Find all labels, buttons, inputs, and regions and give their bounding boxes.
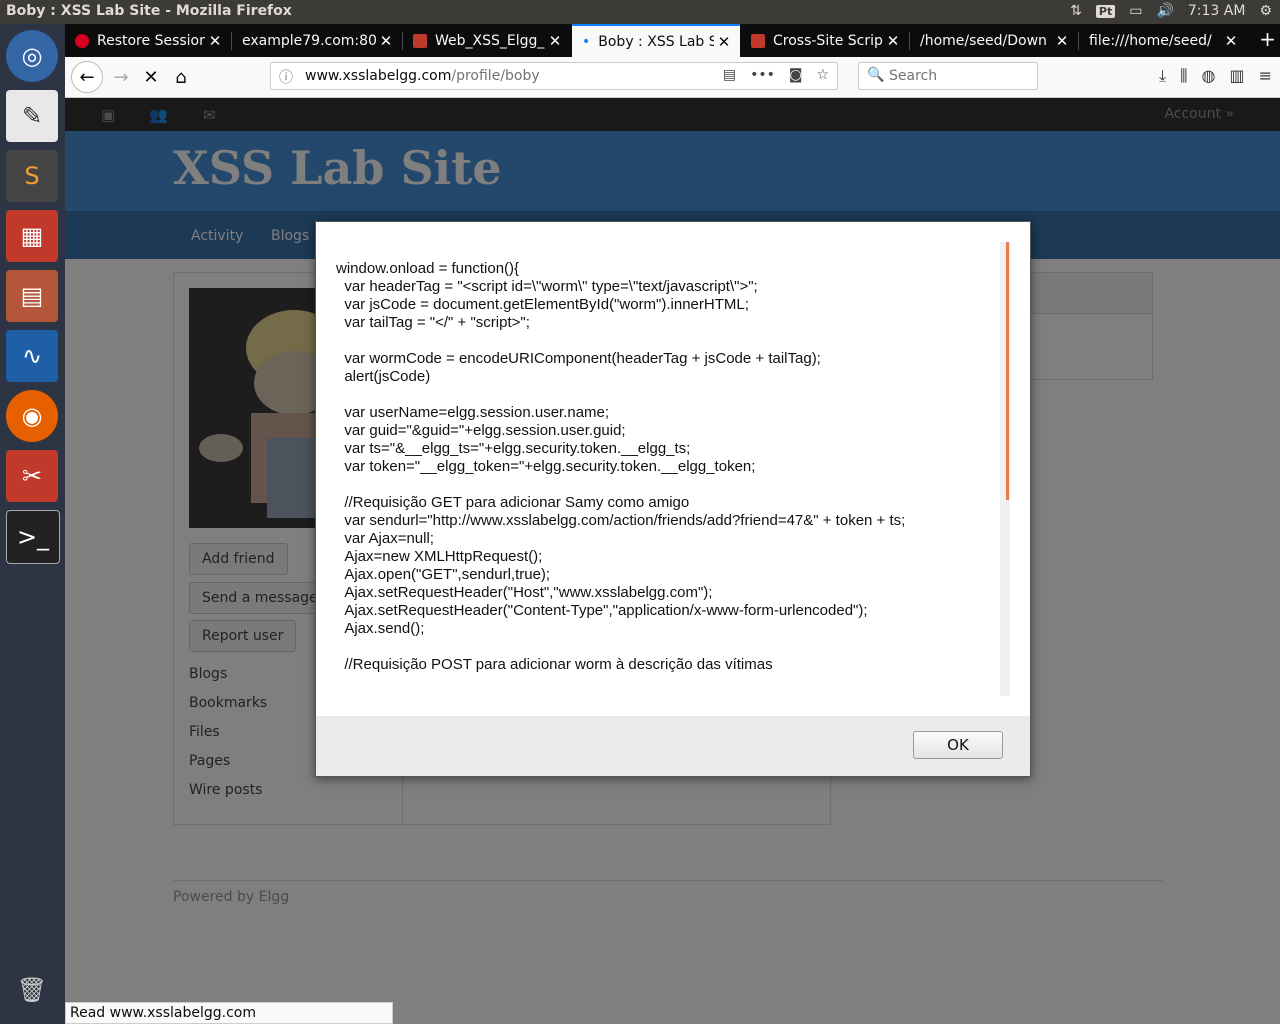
files-icon[interactable]: ▤ <box>6 270 58 322</box>
network-icon[interactable]: ⇅ <box>1070 3 1082 19</box>
tab-boby-xss-lab[interactable]: • Boby : XSS Lab S ✕ <box>572 24 740 57</box>
close-icon[interactable]: ✕ <box>376 32 396 50</box>
tab-label: Restore Session <box>97 32 205 49</box>
wireshark-icon[interactable]: ∿ <box>6 330 58 382</box>
tab-label: example79.com:80 <box>242 32 376 49</box>
url-actions: ▤ ••• ◙ ☆ <box>723 67 829 83</box>
battery-icon[interactable]: ▭ <box>1129 3 1142 19</box>
text-editor-icon[interactable]: ✎ <box>6 90 58 142</box>
close-icon[interactable]: ✕ <box>205 32 225 50</box>
ok-button[interactable]: OK <box>913 731 1003 759</box>
status-text: Read www.xsslabelgg.com <box>65 1002 393 1024</box>
settings-gear-icon[interactable]: ⚙ <box>1259 3 1272 19</box>
url-bar[interactable]: ⓘ www.xsslabelgg.com/profile/boby ▤ ••• … <box>270 62 838 90</box>
alert-scrollbar[interactable] <box>1000 242 1010 696</box>
unity-launcher: ◎ ✎ S ▦ ▤ ∿ ◉ ✂ >_ 🗑 <box>0 24 65 1024</box>
tab-cross-site-scripting[interactable]: Cross-Site Script ✕ <box>741 24 909 57</box>
document-icon <box>751 33 765 48</box>
bookmark-star-icon[interactable]: ☆ <box>816 67 829 83</box>
tab-file-home-seed[interactable]: file:///home/seed/ ✕ <box>1079 24 1247 57</box>
close-icon[interactable]: ✕ <box>1221 32 1241 50</box>
tab-web-xss-elgg[interactable]: Web_XSS_Elgg_ ✕ <box>403 24 571 57</box>
search-icon: 🔍 <box>867 67 885 83</box>
sidebar-icon[interactable]: ▥ <box>1229 66 1244 86</box>
system-top-bar: Boby : XSS Lab Site - Mozilla Firefox ⇅ … <box>0 0 1280 24</box>
tab-restore-session[interactable]: Restore Session ✕ <box>65 24 231 57</box>
menu-icon[interactable]: ≡ <box>1259 66 1272 86</box>
url-text: www.xsslabelgg.com/profile/boby <box>305 68 540 84</box>
library-icon[interactable]: ⫼ <box>1180 66 1187 86</box>
tab-label: /home/seed/Down <box>920 32 1047 49</box>
search-input[interactable]: 🔍 Search <box>858 62 1038 90</box>
tab-example79[interactable]: example79.com:80 ✕ <box>232 24 402 57</box>
alert-dialog: window.onload = function(){ var headerTa… <box>315 221 1031 777</box>
close-icon[interactable]: ✕ <box>714 33 734 51</box>
tab-label: Cross-Site Script <box>773 32 883 49</box>
document-icon <box>413 33 427 48</box>
tab-home-seed-downloads[interactable]: /home/seed/Down ✕ <box>910 24 1078 57</box>
tab-label: Boby : XSS Lab S <box>598 33 714 50</box>
toolbar-buttons: ⤓ ⫼ ◍ ▥ ≡ <box>1159 66 1272 86</box>
alert-message: window.onload = function(){ var headerTa… <box>336 260 906 673</box>
forward-arrow-icon[interactable]: → <box>107 63 135 91</box>
terminal-grid-icon[interactable]: ▦ <box>6 210 58 262</box>
close-icon[interactable]: ✕ <box>1052 32 1072 50</box>
terminal-icon[interactable]: >_ <box>6 510 60 564</box>
scrollbar-thumb[interactable] <box>1006 242 1009 500</box>
home-icon[interactable]: ⌂ <box>167 63 195 91</box>
info-icon[interactable]: ⓘ <box>279 67 293 87</box>
keyboard-indicator[interactable]: Pt <box>1095 4 1116 18</box>
close-icon[interactable]: ✕ <box>545 32 565 50</box>
volume-icon[interactable]: 🔊 <box>1156 3 1173 19</box>
firefox-icon[interactable]: ◉ <box>6 390 58 442</box>
navigation-toolbar: ← → ✕ ⌂ ⓘ www.xsslabelgg.com/profile/bob… <box>65 57 1280 98</box>
tab-label: Web_XSS_Elgg_ <box>435 32 545 49</box>
stop-loading-icon[interactable]: ✕ <box>137 63 165 91</box>
window-title: Boby : XSS Lab Site - Mozilla Firefox <box>6 3 292 19</box>
warning-icon <box>75 33 89 48</box>
back-arrow-icon[interactable]: ← <box>71 61 103 93</box>
reader-view-icon[interactable]: ▤ <box>723 67 736 83</box>
close-icon[interactable]: ✕ <box>883 32 903 50</box>
extension-icon[interactable]: ◍ <box>1202 66 1216 86</box>
search-placeholder: Search <box>889 68 938 84</box>
tab-strip: Restore Session ✕ example79.com:80 ✕ Web… <box>65 24 1280 57</box>
downloads-icon[interactable]: ⤓ <box>1159 66 1166 86</box>
clock[interactable]: 7:13 AM <box>1188 3 1246 19</box>
page-actions-icon[interactable]: ••• <box>750 67 775 83</box>
new-tab-plus-icon[interactable]: + <box>1255 24 1280 57</box>
tab-label: file:///home/seed/ <box>1089 32 1212 49</box>
loading-dot-icon: • <box>582 33 591 50</box>
ubuntu-dash-icon[interactable]: ◎ <box>6 30 58 82</box>
url-domain: www.xsslabelgg.com <box>305 68 452 84</box>
url-path: /profile/boby <box>451 68 540 84</box>
trash-icon[interactable]: 🗑 <box>6 964 58 1016</box>
pocket-icon[interactable]: ◙ <box>789 67 803 83</box>
system-tools-icon[interactable]: ✂ <box>6 450 58 502</box>
sublime-text-icon[interactable]: S <box>6 150 58 202</box>
system-tray: ⇅ Pt ▭ 🔊 7:13 AM ⚙ <box>1070 3 1272 19</box>
alert-body: window.onload = function(){ var headerTa… <box>316 222 1030 716</box>
